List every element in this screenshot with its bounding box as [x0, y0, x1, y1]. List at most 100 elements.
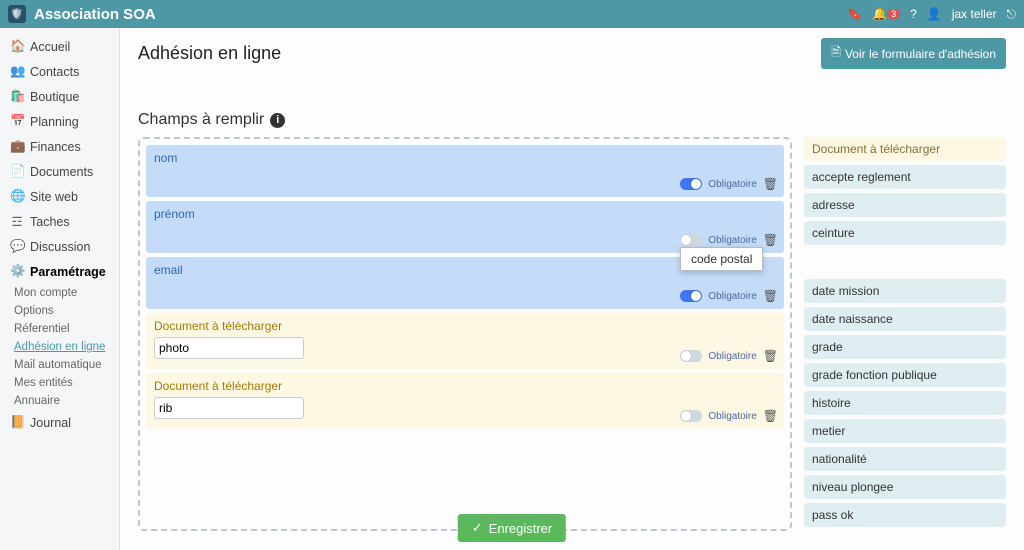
- trash-icon[interactable]: 🗑: [763, 349, 778, 363]
- help-icon[interactable]: ?: [910, 7, 917, 21]
- document-name-input[interactable]: [154, 397, 304, 419]
- sidebar-subitem[interactable]: Annuaire: [0, 392, 119, 410]
- obligatoire-toggle[interactable]: [680, 290, 702, 302]
- obligatoire-label: Obligatoire: [708, 179, 756, 190]
- info-icon[interactable]: i: [270, 113, 285, 128]
- sidebar-item-label: Taches: [30, 215, 70, 229]
- sidebar-item-label: Accueil: [30, 40, 70, 54]
- sidebar-item-boutique[interactable]: 🛍️ Boutique: [0, 84, 119, 109]
- sidebar-item-label: Paramétrage: [30, 265, 106, 279]
- username[interactable]: jax teller: [952, 7, 997, 21]
- notifications-icon[interactable]: 🔔3: [872, 7, 900, 21]
- sidebar-item-icon: ⚙️: [10, 264, 24, 279]
- available-field[interactable]: niveau plongee: [804, 475, 1006, 499]
- sidebar-subitem[interactable]: Mail automatique: [0, 356, 119, 374]
- field-name: prénom: [154, 207, 776, 221]
- save-label: Enregistrer: [489, 521, 553, 536]
- sidebar-item-journal[interactable]: 📙 Journal: [0, 410, 119, 435]
- available-field[interactable]: ceinture: [804, 221, 1006, 245]
- sidebar-item-label: Site web: [30, 190, 78, 204]
- sidebar-subitem[interactable]: Options: [0, 302, 119, 320]
- document-name-input[interactable]: [154, 337, 304, 359]
- field-name: Document à télécharger: [154, 379, 776, 393]
- field-name: Document à télécharger: [154, 319, 776, 333]
- topbar: 🛡️ Association SOA 🔖 🔔3 ? 👤 jax teller ⎋: [0, 0, 1024, 28]
- available-field[interactable]: date mission: [804, 279, 1006, 303]
- user-icon: 👤: [927, 7, 942, 21]
- available-field[interactable]: Document à télécharger: [804, 137, 1006, 161]
- sidebar-subitem[interactable]: Réferentiel: [0, 320, 119, 338]
- sidebar-item-icon: 💼: [10, 139, 24, 154]
- obligatoire-label: Obligatoire: [708, 235, 756, 246]
- form-field-row[interactable]: prénom Obligatoire 🗑: [146, 201, 784, 253]
- bookmark-icon[interactable]: 🔖: [847, 7, 862, 21]
- form-field-row[interactable]: Document à télécharger Obligatoire 🗑: [146, 313, 784, 369]
- sidebar-subitem[interactable]: Mon compte: [0, 284, 119, 302]
- sidebar-item-discussion[interactable]: 💬 Discussion: [0, 234, 119, 259]
- available-field[interactable]: histoire: [804, 391, 1006, 415]
- sidebar-item-icon: 🏠: [10, 39, 24, 54]
- field-name: nom: [154, 151, 776, 165]
- available-field[interactable]: adresse: [804, 193, 1006, 217]
- sidebar-item-contacts[interactable]: 👥 Contacts: [0, 59, 119, 84]
- check-icon: ✓: [472, 520, 483, 536]
- notif-count: 3: [887, 9, 900, 19]
- sidebar-item-label: Journal: [30, 416, 71, 430]
- sidebar-item-label: Finances: [30, 140, 81, 154]
- form-field-row[interactable]: Document à téléchargerObligatoire🗑: [146, 373, 784, 429]
- obligatoire-toggle[interactable]: [680, 234, 702, 246]
- sidebar-item-icon: ☲: [10, 214, 24, 229]
- section-title: Champs à remplir i: [138, 111, 1006, 129]
- form-field-row[interactable]: nom Obligatoire 🗑: [146, 145, 784, 197]
- sidebar-item-label: Planning: [30, 115, 79, 129]
- sidebar-item-label: Discussion: [30, 240, 90, 254]
- available-field[interactable]: nationalité: [804, 447, 1006, 471]
- view-form-button[interactable]: 🗎 Voir le formulaire d'adhésion: [821, 38, 1006, 69]
- obligatoire-label: Obligatoire: [708, 291, 756, 302]
- sidebar-item-finances[interactable]: 💼 Finances: [0, 134, 119, 159]
- sidebar-subitem[interactable]: Mes entités: [0, 374, 119, 392]
- sidebar-item-icon: 💬: [10, 239, 24, 254]
- obligatoire-toggle[interactable]: [680, 350, 702, 362]
- sidebar-item-documents[interactable]: 📄 Documents: [0, 159, 119, 184]
- available-field[interactable]: grade fonction publique: [804, 363, 1006, 387]
- sidebar-item-label: Documents: [30, 165, 93, 179]
- available-field[interactable]: date naissance: [804, 307, 1006, 331]
- app-logo: 🛡️: [8, 5, 26, 23]
- form-field-row[interactable]: email Obligatoire 🗑: [146, 257, 784, 309]
- sidebar-item-icon: 📄: [10, 164, 24, 179]
- main-content: Adhésion en ligne 🗎 Voir le formulaire d…: [120, 28, 1024, 550]
- logout-icon[interactable]: ⎋: [1007, 7, 1017, 22]
- sidebar-item-icon: 📅: [10, 114, 24, 129]
- sidebar-item-icon: 🛍️: [10, 89, 24, 104]
- app-title: Association SOA: [34, 6, 156, 23]
- trash-icon[interactable]: 🗑: [763, 289, 778, 303]
- sidebar-item-label: Boutique: [30, 90, 79, 104]
- sidebar-item-icon: 📙: [10, 415, 24, 430]
- obligatoire-label: Obligatoire: [708, 351, 756, 362]
- available-field[interactable]: accepte reglement: [804, 165, 1006, 189]
- trash-icon[interactable]: 🗑: [763, 177, 778, 191]
- trash-icon[interactable]: 🗑: [763, 233, 778, 247]
- sidebar-item-paramétrage[interactable]: ⚙️ Paramétrage: [0, 259, 119, 284]
- page-title: Adhésion en ligne: [138, 43, 281, 64]
- sidebar-item-taches[interactable]: ☲ Taches: [0, 209, 119, 234]
- sidebar-subitem[interactable]: Adhésion en ligne: [0, 338, 119, 356]
- sidebar-item-site web[interactable]: 🌐 Site web: [0, 184, 119, 209]
- sidebar-item-label: Contacts: [30, 65, 79, 79]
- available-field[interactable]: grade: [804, 335, 1006, 359]
- available-field[interactable]: metier: [804, 419, 1006, 443]
- trash-icon[interactable]: 🗑: [763, 409, 778, 423]
- sidebar-item-planning[interactable]: 📅 Planning: [0, 109, 119, 134]
- available-field[interactable]: pass ok: [804, 503, 1006, 527]
- obligatoire-toggle[interactable]: [680, 410, 702, 422]
- obligatoire-toggle[interactable]: [680, 178, 702, 190]
- sidebar-item-icon: 👥: [10, 64, 24, 79]
- save-button[interactable]: ✓ Enregistrer: [458, 514, 566, 542]
- form-icon: 🗎: [831, 43, 841, 64]
- form-fields-dropzone[interactable]: nom Obligatoire 🗑 prénom Obligatoire 🗑 email Ob…: [138, 137, 792, 531]
- sidebar: 🏠 Accueil 👥 Contacts 🛍️ Boutique 📅 Planning 💼 Fin…: [0, 28, 120, 550]
- field-name: email: [154, 263, 776, 277]
- sidebar-item-icon: 🌐: [10, 189, 24, 204]
- sidebar-item-accueil[interactable]: 🏠 Accueil: [0, 34, 119, 59]
